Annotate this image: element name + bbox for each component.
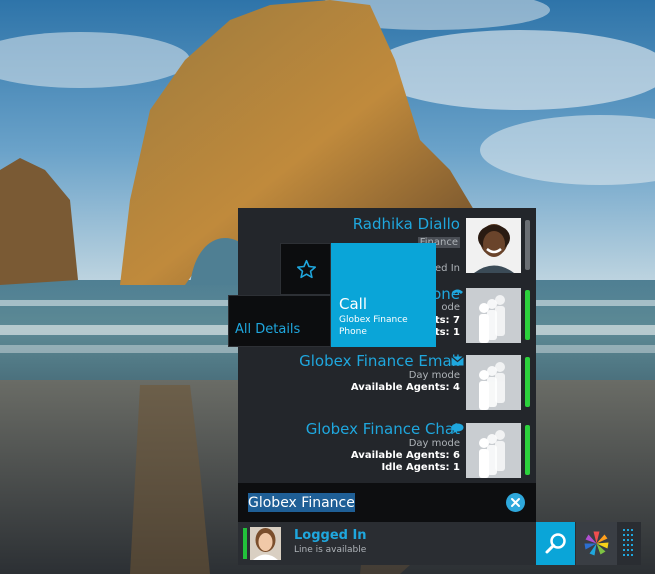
search-bar xyxy=(238,483,536,522)
presence-indicator xyxy=(243,528,247,559)
chat-icon xyxy=(451,423,464,434)
email-icon xyxy=(451,356,464,366)
search-input[interactable] xyxy=(248,493,498,513)
presence-indicator xyxy=(525,220,530,270)
queue-mode: Day mode xyxy=(408,370,460,381)
queue-available-agents: Available Agents: 4 xyxy=(350,382,460,393)
contact-name: Radhika Diallo xyxy=(352,215,460,233)
drag-handle-icon[interactable] xyxy=(622,528,634,559)
line-status: Line is available xyxy=(294,545,367,555)
phone-icon xyxy=(452,289,463,294)
contact-avatar xyxy=(466,218,521,273)
queue-status-indicator xyxy=(525,357,530,407)
star-icon xyxy=(296,259,317,279)
all-details-label: All Details xyxy=(235,322,301,337)
all-details-button[interactable]: All Details xyxy=(228,295,331,347)
queue-row-chat[interactable]: Globex Finance Chat Day mode Available A… xyxy=(238,419,536,487)
user-status-bar: Logged In Line is available xyxy=(238,522,641,565)
queue-row-email[interactable]: Globex Finance Email Day mode Available … xyxy=(238,351,536,419)
call-target-channel: Phone xyxy=(339,327,367,337)
app-menu-button[interactable] xyxy=(576,522,617,565)
favorite-button[interactable] xyxy=(280,243,331,295)
queue-idle-agents: Idle Agents: 1 xyxy=(381,462,460,473)
user-avatar[interactable] xyxy=(250,527,281,560)
close-icon xyxy=(511,498,520,507)
queue-mode: ode xyxy=(441,302,460,313)
queue-mode: Day mode xyxy=(408,438,460,449)
user-status: Logged In xyxy=(294,528,367,543)
clear-search-button[interactable] xyxy=(506,493,525,512)
search-toggle-button[interactable] xyxy=(536,522,575,565)
queue-agents-icon xyxy=(466,355,521,410)
queue-agents-icon xyxy=(466,288,521,343)
app-logo-icon xyxy=(584,531,609,556)
queue-status-indicator xyxy=(525,425,530,475)
call-target-name: Globex Finance xyxy=(339,315,408,325)
queue-name: Globex Finance Email xyxy=(299,352,460,370)
queue-name: Globex Finance Chat xyxy=(305,420,460,438)
contact-status: ed In xyxy=(435,263,460,274)
queue-available-agents: Available Agents: 6 xyxy=(350,450,460,461)
call-label: Call xyxy=(339,295,368,313)
queue-status-indicator xyxy=(525,290,530,340)
queue-agents-icon xyxy=(466,423,521,478)
call-button[interactable]: Call Globex Finance Phone xyxy=(331,243,436,347)
search-icon xyxy=(545,533,566,554)
